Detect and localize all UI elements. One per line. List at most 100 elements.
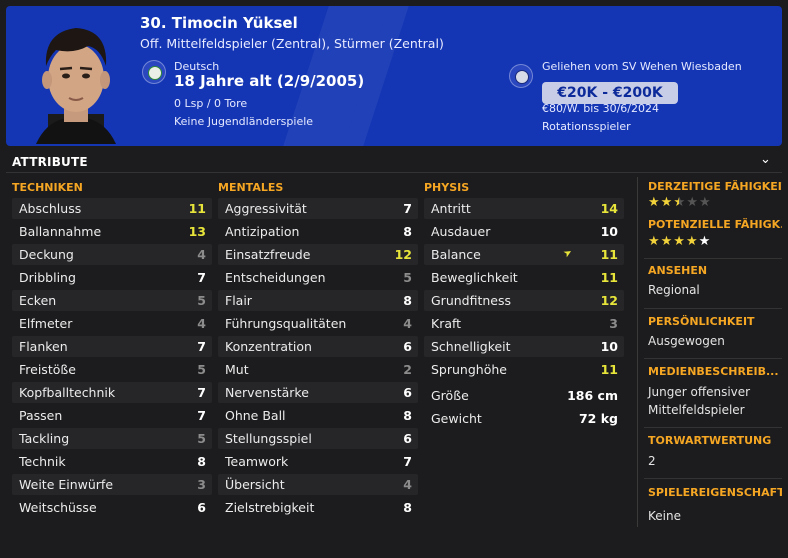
attribute-label: Schnelligkeit bbox=[431, 339, 511, 354]
attribute-row[interactable]: Mut 2 bbox=[218, 359, 418, 380]
physical-heading: PHYSIS bbox=[424, 181, 470, 194]
attribute-label: Passen bbox=[19, 408, 63, 423]
attribute-row[interactable]: Ohne Ball 8 bbox=[218, 405, 418, 426]
appearances: 0 Lsp / 0 Tore bbox=[174, 97, 248, 110]
attribute-row[interactable]: Elfmeter 4 bbox=[12, 313, 212, 334]
media-line: Junger offensiver bbox=[648, 385, 751, 399]
player-age: 18 Jahre alt (2/9/2005) bbox=[174, 72, 365, 90]
attribute-label: Antritt bbox=[431, 201, 471, 216]
attribute-value: 11 bbox=[600, 247, 618, 262]
attribute-row[interactable]: Abschluss 11 bbox=[12, 198, 212, 219]
attribute-value: 5 bbox=[197, 293, 206, 308]
side-divider bbox=[644, 258, 782, 259]
attribute-value: 12 bbox=[600, 293, 618, 308]
attribute-row[interactable]: Beweglichkeit 11 bbox=[424, 267, 624, 288]
attribute-value: 10 bbox=[600, 224, 618, 239]
weight-value: 72 kg bbox=[578, 411, 618, 426]
attribute-row[interactable]: Antizipation 8 bbox=[218, 221, 418, 242]
attribute-row[interactable]: Stellungsspiel 6 bbox=[218, 428, 418, 449]
current-ability-stars: ★★★★★★ bbox=[648, 195, 712, 210]
attribute-value: 7 bbox=[197, 339, 206, 354]
attribute-row[interactable]: Tackling 5 bbox=[12, 428, 212, 449]
height-row: Größe 186 cm bbox=[424, 385, 624, 406]
attribute-label: Weitschüsse bbox=[19, 500, 97, 515]
player-photo bbox=[36, 28, 116, 144]
attribute-row[interactable]: Zielstrebigkeit 8 bbox=[218, 497, 418, 518]
attribute-row[interactable]: Einsatzfreude 12 bbox=[218, 244, 418, 265]
attribute-row[interactable]: Führungsqualitäten 4 bbox=[218, 313, 418, 334]
attribute-label: Nervenstärke bbox=[225, 385, 309, 400]
attribute-label: Sprunghöhe bbox=[431, 362, 507, 377]
attribute-label: Weite Einwürfe bbox=[19, 477, 114, 492]
player-name[interactable]: 30. Timocin Yüksel bbox=[140, 14, 298, 32]
attribute-value: 4 bbox=[197, 247, 206, 262]
attribute-row[interactable]: Übersicht 4 bbox=[218, 474, 418, 495]
attribute-value: 5 bbox=[197, 362, 206, 377]
attribute-label: Balance bbox=[431, 247, 481, 262]
attribute-row[interactable]: Ballannahme 13 bbox=[12, 221, 212, 242]
attribute-row[interactable]: Weite Einwürfe 3 bbox=[12, 474, 212, 495]
reputation-title: ANSEHEN bbox=[648, 264, 708, 277]
attribute-value: 7 bbox=[197, 385, 206, 400]
technical-heading: TECHNIKEN bbox=[12, 181, 83, 194]
attribute-row[interactable]: Konzentration 6 bbox=[218, 336, 418, 357]
attribute-value: 6 bbox=[403, 339, 412, 354]
loan-from[interactable]: Geliehen vom SV Wehen Wiesbaden bbox=[542, 60, 742, 73]
attribute-value: 6 bbox=[197, 500, 206, 515]
attribute-row[interactable]: Sprunghöhe 11 bbox=[424, 359, 624, 380]
attribute-row[interactable]: Weitschüsse 6 bbox=[12, 497, 212, 518]
attribute-row[interactable]: Kopfballtechnik 7 bbox=[12, 382, 212, 403]
attribute-value: 4 bbox=[403, 316, 412, 331]
attribute-label: Ohne Ball bbox=[225, 408, 286, 423]
attribute-value: 7 bbox=[403, 454, 412, 469]
attribute-row[interactable]: Ecken 5 bbox=[12, 290, 212, 311]
attribute-row[interactable]: Flair 8 bbox=[218, 290, 418, 311]
attribute-label: Flanken bbox=[19, 339, 68, 354]
weight-row: Gewicht 72 kg bbox=[424, 408, 624, 429]
attribute-value: 4 bbox=[403, 477, 412, 492]
attribute-row[interactable]: Schnelligkeit 10 bbox=[424, 336, 624, 357]
column-divider bbox=[637, 177, 638, 527]
side-divider bbox=[644, 478, 782, 479]
arrow-up-icon: ➤ bbox=[561, 246, 575, 261]
attribute-row[interactable]: Deckung 4 bbox=[12, 244, 212, 265]
attribute-label: Abschluss bbox=[19, 201, 82, 216]
attribute-row[interactable]: Entscheidungen 5 bbox=[218, 267, 418, 288]
attribute-label: Stellungsspiel bbox=[225, 431, 312, 446]
attribute-label: Technik bbox=[19, 454, 66, 469]
attribute-label: Ecken bbox=[19, 293, 57, 308]
attribute-row[interactable]: Ausdauer 10 bbox=[424, 221, 624, 242]
media-line: Mittelfeldspieler bbox=[648, 403, 745, 417]
attribute-row[interactable]: Technik 8 bbox=[12, 451, 212, 472]
club-badge-icon[interactable] bbox=[509, 64, 533, 88]
attribute-label: Beweglichkeit bbox=[431, 270, 518, 285]
attribute-row[interactable]: Balance 11 ➤ bbox=[424, 244, 624, 265]
personality-value: Ausgewogen bbox=[648, 334, 725, 348]
chevron-down-icon[interactable]: ⌄ bbox=[760, 152, 771, 167]
attribute-row[interactable]: Passen 7 bbox=[12, 405, 212, 426]
attribute-label: Konzentration bbox=[225, 339, 312, 354]
attribute-value: 6 bbox=[403, 431, 412, 446]
attribute-value: 4 bbox=[197, 316, 206, 331]
attribute-row[interactable]: Kraft 3 bbox=[424, 313, 624, 334]
attribute-value: 8 bbox=[403, 224, 412, 239]
dfb-badge-icon[interactable] bbox=[142, 60, 166, 84]
attribute-label: Grundfitness bbox=[431, 293, 512, 308]
attribute-row[interactable]: Nervenstärke 6 bbox=[218, 382, 418, 403]
attribute-label: Deckung bbox=[19, 247, 74, 262]
side-divider bbox=[644, 427, 782, 428]
attribute-value: 11 bbox=[600, 270, 618, 285]
attribute-row[interactable]: Aggressivität 7 bbox=[218, 198, 418, 219]
value-badge[interactable]: €20K - €200K bbox=[542, 82, 678, 104]
divider bbox=[6, 172, 782, 173]
side-divider bbox=[644, 358, 782, 359]
attribute-row[interactable]: Antritt 14 bbox=[424, 198, 624, 219]
height-value: 186 cm bbox=[567, 388, 618, 403]
attribute-row[interactable]: Flanken 7 bbox=[12, 336, 212, 357]
attribute-row[interactable]: Teamwork 7 bbox=[218, 451, 418, 472]
youth-caps: Keine Jugendländerspiele bbox=[174, 115, 314, 128]
attribute-row[interactable]: Dribbling 7 bbox=[12, 267, 212, 288]
attribute-value: 3 bbox=[197, 477, 206, 492]
attribute-row[interactable]: Grundfitness 12 bbox=[424, 290, 624, 311]
attribute-row[interactable]: Freistöße 5 bbox=[12, 359, 212, 380]
